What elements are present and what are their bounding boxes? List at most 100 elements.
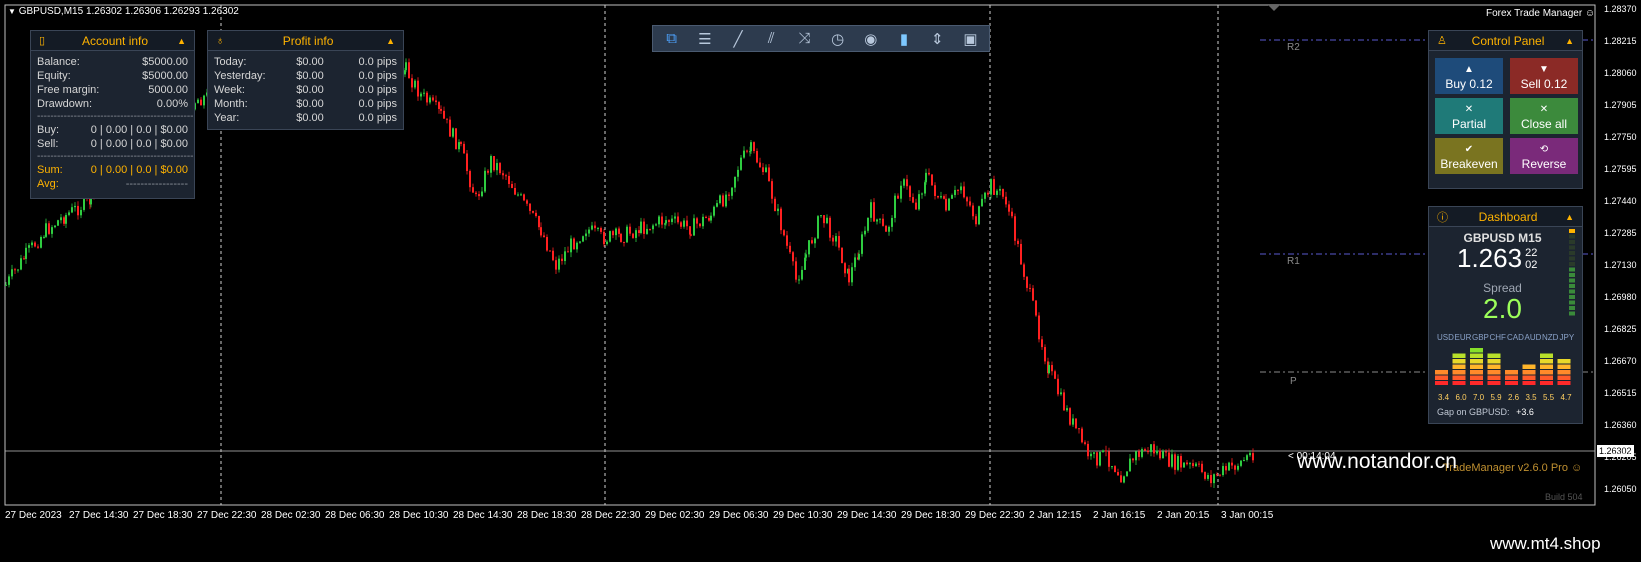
candle-body: [423, 92, 425, 94]
candle-body: [841, 247, 843, 264]
menu-icon[interactable]: ☰: [690, 27, 719, 50]
partial-button[interactable]: ✕ Partial: [1435, 98, 1503, 134]
candle-body: [900, 185, 902, 199]
currency-strength-value: 7.0: [1473, 393, 1485, 402]
candle-body: [987, 192, 989, 195]
buy-button[interactable]: ▲ Buy 0.12: [1435, 58, 1503, 94]
sum-label: Sum:: [37, 164, 63, 176]
strength-bar-cell: [1557, 370, 1571, 375]
candle-body: [1090, 453, 1092, 457]
candle-body: [63, 217, 65, 224]
control-panel-header[interactable]: ♙ Control Panel ▲: [1429, 31, 1582, 51]
camera-icon[interactable]: ▣: [956, 27, 985, 50]
candle-body: [969, 201, 971, 206]
dropdown-icon: ▼: [8, 7, 16, 16]
candle-body: [1204, 472, 1206, 479]
candle-body: [1240, 460, 1242, 466]
candle-body: [511, 184, 513, 188]
candle-body: [858, 253, 860, 260]
candle-body: [200, 99, 202, 106]
profit-row: Today: $0.00 0.0 pips: [208, 55, 403, 69]
candle-body: [696, 218, 698, 224]
candle-body: [765, 167, 767, 173]
candle-body: [891, 217, 893, 227]
candle-body: [915, 202, 917, 210]
free-margin-label: Free margin:: [37, 84, 100, 96]
candle-body: [1123, 476, 1125, 483]
price-axis-label: 1.27285: [1604, 228, 1637, 238]
price-axis-label: 1.27750: [1604, 132, 1637, 142]
time-axis-label: 29 Dec 14:30: [837, 510, 897, 521]
account-info-header[interactable]: ▯ Account info ▲: [31, 31, 194, 51]
candle-body: [1102, 450, 1104, 452]
info-icon: ⓘ: [1437, 211, 1448, 224]
equity-value: $5000.00: [142, 70, 188, 82]
clock-icon[interactable]: ◷: [823, 27, 852, 50]
candle-body: [832, 237, 834, 242]
meter-cell: [1569, 278, 1575, 283]
reverse-button[interactable]: ⟲ Reverse: [1510, 138, 1578, 174]
candle-body: [1026, 276, 1028, 288]
candle-body: [640, 221, 642, 234]
time-axis-label: 28 Dec 14:30: [453, 510, 513, 521]
shuffle-icon[interactable]: ⤨: [790, 27, 819, 50]
candle-body: [957, 189, 959, 191]
trash-icon[interactable]: ▮: [889, 27, 918, 50]
candle-body: [1126, 471, 1128, 477]
split-icon[interactable]: ⇕: [923, 27, 952, 50]
spread-value: 2.0: [1483, 293, 1522, 324]
close-all-button[interactable]: ✕ Close all: [1510, 98, 1578, 134]
time-axis-label: 28 Dec 10:30: [389, 510, 449, 521]
candle-body: [668, 220, 670, 223]
candle-body: [526, 200, 528, 204]
windows-icon[interactable]: ⧉: [657, 27, 686, 50]
breakeven-button[interactable]: ✔ Breakeven: [1435, 138, 1503, 174]
meter-cell: [1569, 256, 1575, 261]
meter-cell: [1569, 245, 1575, 250]
channel-icon[interactable]: ⫽: [757, 27, 786, 50]
time-axis-label: 27 Dec 18:30: [133, 510, 193, 521]
collapse-icon[interactable]: ▲: [1565, 36, 1574, 46]
strength-bar-cell: [1435, 381, 1448, 385]
collapse-icon[interactable]: ▲: [386, 36, 395, 46]
strength-bar-cell: [1452, 359, 1466, 364]
candle-body: [1078, 428, 1080, 430]
candle-body: [934, 185, 936, 197]
candle-body: [808, 240, 810, 255]
candle-body: [1084, 442, 1086, 444]
candle-body: [463, 143, 465, 154]
candle-body: [582, 236, 584, 242]
profit-info-header[interactable]: ♁ Profit info ▲: [208, 31, 403, 51]
meter-cell: [1569, 262, 1575, 266]
drawdown-label: Drawdown:: [37, 98, 93, 110]
eye-icon[interactable]: ◉: [856, 27, 885, 50]
sell-button[interactable]: ▼ Sell 0.12: [1510, 58, 1578, 94]
drawing-toolbar: ⧉ ☰ ╱ ⫽ ⤨ ◷ ◉ ▮ ⇕ ▣: [652, 25, 990, 52]
collapse-icon[interactable]: ▲: [1565, 212, 1574, 222]
candle-body: [1120, 475, 1122, 483]
candle-body: [885, 225, 887, 232]
candle-body: [1144, 449, 1146, 451]
candle-body: [34, 242, 36, 247]
time-axis-label: 27 Dec 22:30: [197, 510, 257, 521]
avg-value: -----------------: [125, 178, 188, 190]
candle-body: [472, 187, 474, 193]
candle-body: [493, 155, 495, 171]
trendline-icon[interactable]: ╱: [723, 27, 752, 50]
candle-body: [1186, 462, 1188, 465]
candle-body: [1246, 455, 1248, 460]
candle-body: [854, 257, 856, 268]
collapse-icon[interactable]: ▲: [177, 36, 186, 46]
candle-body: [1093, 452, 1095, 454]
candle-body: [1014, 216, 1016, 241]
price-axis-label: 1.26205: [1604, 452, 1637, 462]
strength-bar-cell: [1452, 381, 1466, 385]
candle-body: [928, 172, 930, 175]
candle-body: [25, 247, 27, 259]
candle-body: [1147, 450, 1149, 453]
meter-cell: [1569, 295, 1575, 299]
dashboard-price: 1.263 22 02: [1457, 243, 1537, 274]
strength-bar-cell: [1435, 375, 1448, 380]
dashboard-header[interactable]: ⓘ Dashboard ▲: [1429, 207, 1582, 227]
gap-value: +3.6: [1516, 407, 1534, 417]
